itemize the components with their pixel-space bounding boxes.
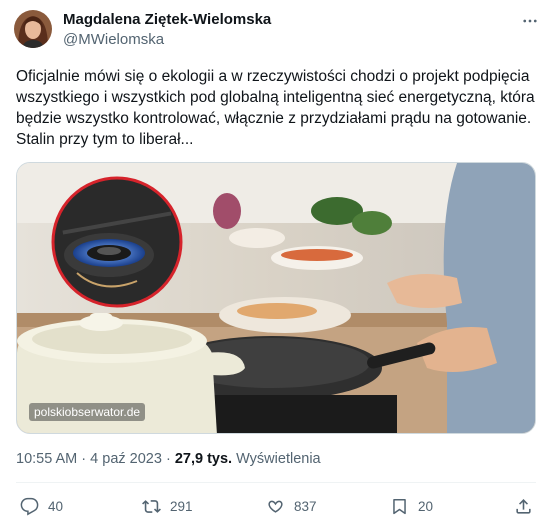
- tweet-text: Oficjalnie mówi się o ekologii a w rzecz…: [16, 68, 535, 148]
- reply-icon: [20, 497, 39, 515]
- share-button[interactable]: [514, 495, 533, 517]
- views-label: Wyświetlenia: [236, 451, 321, 467]
- divider: [16, 482, 536, 483]
- action-bar: 40 291 837 20: [16, 495, 536, 517]
- author-handle[interactable]: @MWielomska: [63, 31, 164, 48]
- share-icon: [516, 498, 531, 514]
- views-count: 27,9 tys.: [174, 451, 233, 467]
- repost-button[interactable]: 291: [142, 495, 193, 517]
- avatar[interactable]: [14, 10, 52, 48]
- like-button[interactable]: 837: [266, 495, 317, 517]
- author-name[interactable]: Magdalena Ziętek-Wielomska: [63, 11, 271, 28]
- tweet-meta: 10:55 AM · 4 paź 2023 · 27,9 tys. Wyświe…: [16, 451, 321, 467]
- tweet-time[interactable]: 10:55 AM: [16, 451, 77, 467]
- more-icon[interactable]: [519, 10, 541, 32]
- reply-button[interactable]: 40: [20, 495, 63, 517]
- bookmark-button[interactable]: 20: [390, 495, 433, 517]
- tweet-date[interactable]: 4 paź 2023: [90, 451, 162, 467]
- reply-count: 40: [48, 498, 64, 514]
- like-count: 837: [294, 498, 317, 514]
- repost-icon: [142, 499, 161, 513]
- meta-separator: ·: [165, 451, 171, 467]
- tweet-image[interactable]: polskiobserwator.de: [16, 162, 536, 434]
- repost-count: 291: [170, 498, 193, 514]
- image-watermark: polskiobserwator.de: [29, 403, 146, 421]
- meta-separator: ·: [81, 451, 87, 467]
- like-icon: [268, 500, 283, 513]
- bookmark-count: 20: [418, 498, 434, 514]
- bookmark-icon: [393, 498, 406, 514]
